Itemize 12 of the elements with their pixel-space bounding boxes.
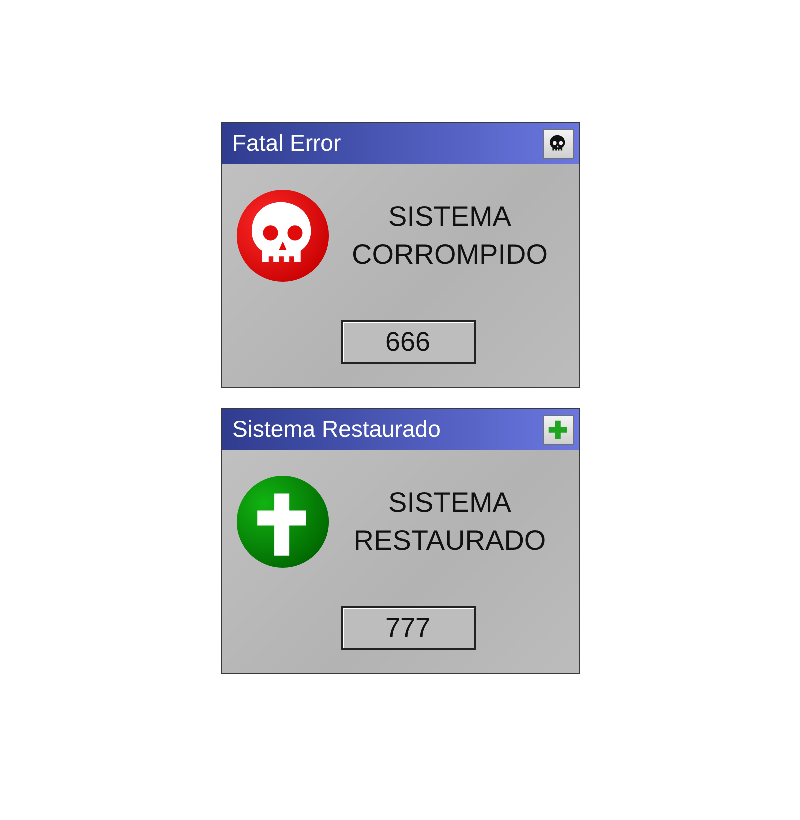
message-text: CORROMPIDO <box>352 238 548 272</box>
plus-icon[interactable] <box>542 414 574 444</box>
message-text: SISTEMA <box>388 200 512 234</box>
skull-icon[interactable] <box>542 128 574 158</box>
dialog-button[interactable]: 777 <box>340 606 476 650</box>
window-title: Fatal Error <box>232 130 342 157</box>
skull-icon <box>236 189 330 283</box>
message-text: SISTEMA <box>388 486 512 520</box>
cross-icon <box>236 475 330 569</box>
dialog-button[interactable]: 666 <box>340 320 476 364</box>
window-title: Sistema Restaurado <box>232 416 441 443</box>
message-text: RESTAURADO <box>354 524 546 558</box>
